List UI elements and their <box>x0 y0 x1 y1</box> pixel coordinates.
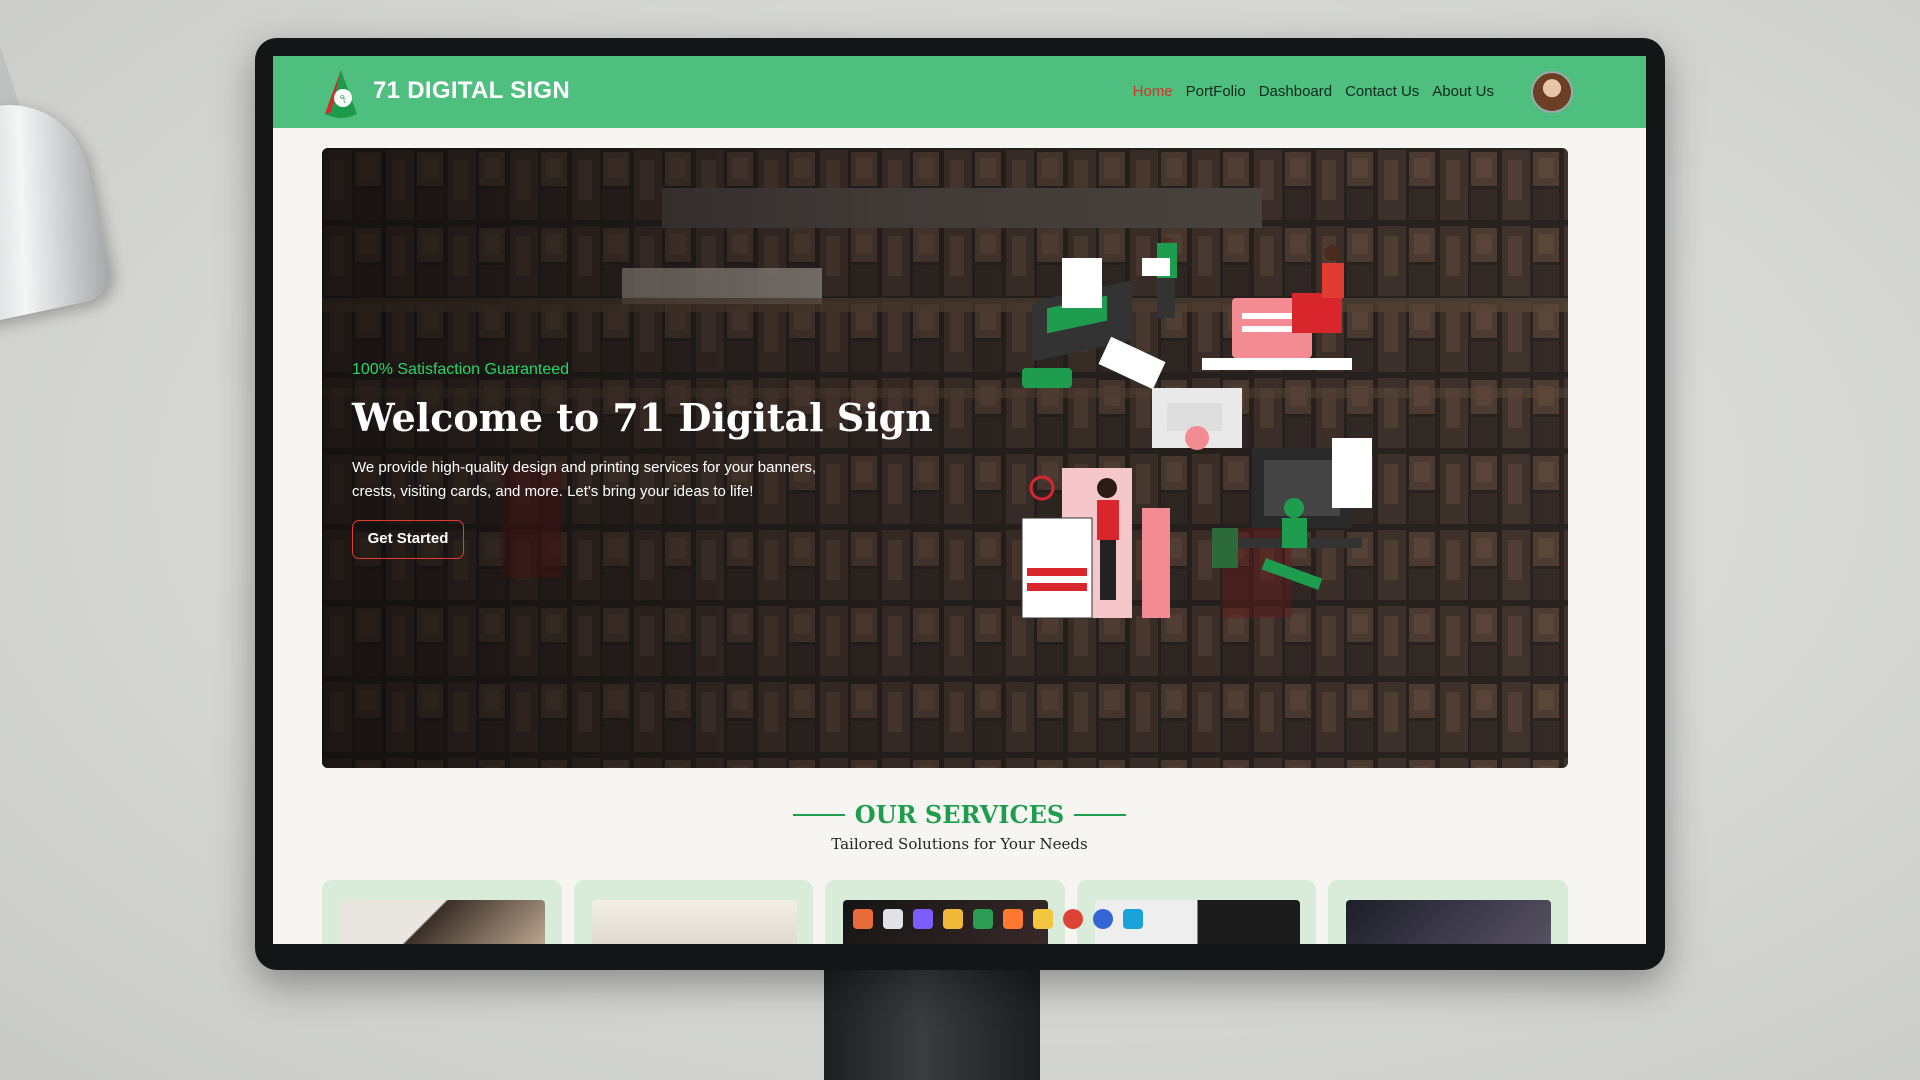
taskbar-app-icon[interactable] <box>943 909 963 929</box>
service-card-image <box>591 900 797 944</box>
brand-name[interactable]: 71 DIGITAL SIGN <box>373 77 570 105</box>
services-header: OUR SERVICES Tailored Solutions for Your… <box>273 800 1646 853</box>
taskbar-app-icon[interactable] <box>1003 909 1023 929</box>
services-subtitle: Tailored Solutions for Your Needs <box>831 835 1088 853</box>
site-header: ৭ 71 DIGITAL SIGN Home PortFolio Dashboa… <box>273 56 1646 128</box>
printing-illustration <box>1021 238 1372 619</box>
nav-portfolio[interactable]: PortFolio <box>1186 83 1246 100</box>
folder-icon[interactable] <box>1033 909 1053 929</box>
hero-description: We provide high-quality design and print… <box>352 459 817 500</box>
title-divider-right <box>1074 813 1127 816</box>
service-card[interactable] <box>573 880 814 944</box>
hero-tagline: 100% Satisfaction Guaranteed <box>352 361 570 378</box>
nav-contact-us[interactable]: Contact Us <box>1345 83 1419 100</box>
get-started-button[interactable]: Get Started <box>352 520 464 559</box>
nav-dashboard[interactable]: Dashboard <box>1259 83 1332 100</box>
services-title-wrap: OUR SERVICES <box>792 800 1127 829</box>
printer-icon <box>1022 258 1166 390</box>
nav-about-us[interactable]: About Us <box>1432 83 1494 100</box>
service-card-image <box>1346 900 1552 944</box>
nav-home[interactable]: Home <box>1133 83 1173 100</box>
taskbar-app-icon[interactable] <box>853 909 873 929</box>
service-card[interactable] <box>1328 880 1568 944</box>
monitor-stand <box>824 960 1040 1080</box>
hero-banner: 100% Satisfaction Guaranteed Welcome to … <box>322 148 1568 768</box>
website-screen: ৭ 71 DIGITAL SIGN Home PortFolio Dashboa… <box>273 56 1646 944</box>
avatar[interactable] <box>1531 71 1573 113</box>
chrome-icon[interactable] <box>1063 909 1083 929</box>
services-title: OUR SERVICES <box>854 800 1065 829</box>
taskbar-app-icon[interactable] <box>1093 909 1113 929</box>
taskbar-app-icon[interactable] <box>1123 909 1143 929</box>
taskbar-app-icon[interactable] <box>883 909 903 929</box>
taskbar-app-icon[interactable] <box>913 909 933 929</box>
taskbar-app-icon[interactable] <box>973 909 993 929</box>
lamp-shade <box>0 90 116 330</box>
hero-title: Welcome to 71 Digital Sign <box>352 395 933 440</box>
svg-text:৭: ৭ <box>339 92 347 107</box>
service-card-image <box>340 900 545 944</box>
logo-icon[interactable]: ৭ <box>321 68 361 120</box>
title-divider-left <box>792 813 845 816</box>
taskbar-icons <box>853 904 1143 934</box>
service-card[interactable] <box>322 880 562 944</box>
main-nav: Home PortFolio Dashboard Contact Us Abou… <box>1133 83 1494 100</box>
